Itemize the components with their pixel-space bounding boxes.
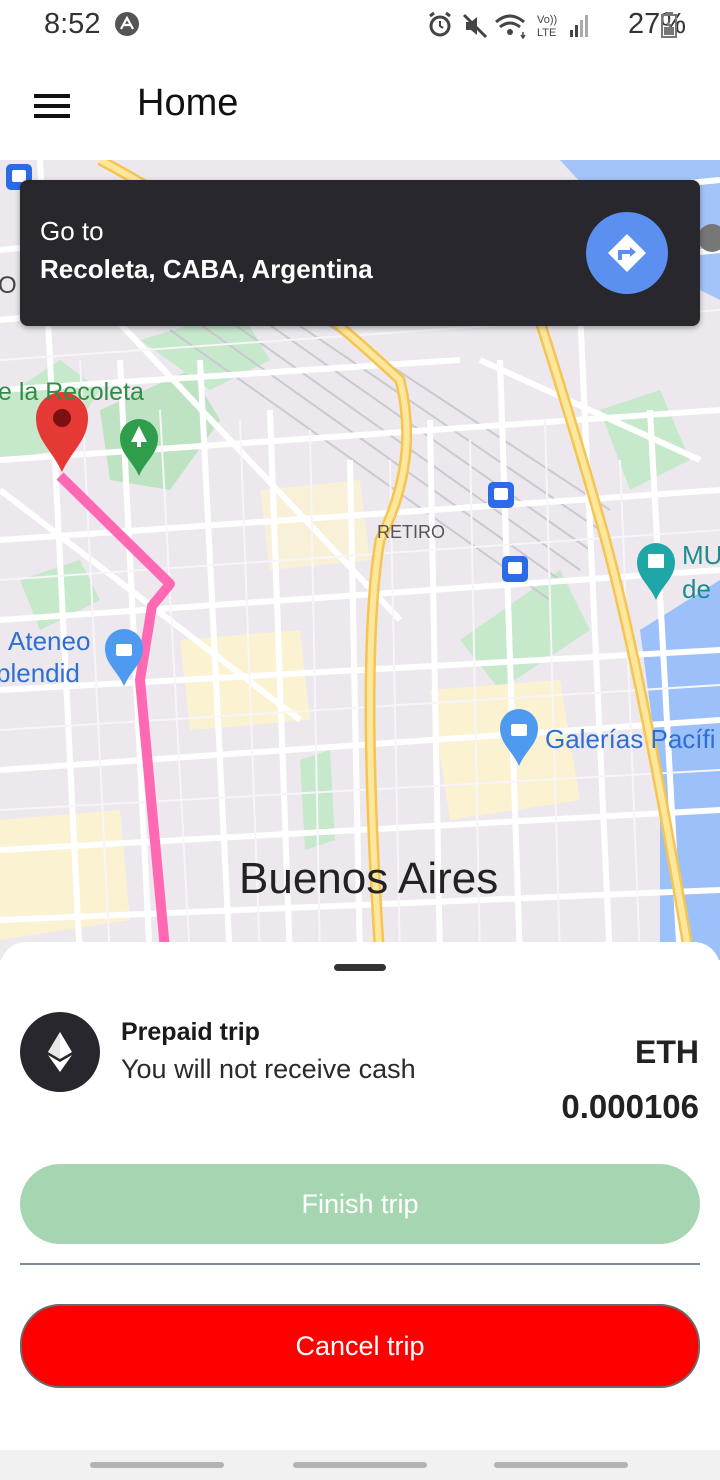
map-label-splendid: plendid [0, 658, 80, 688]
finish-trip-button[interactable]: Finish trip [20, 1164, 700, 1244]
hamburger-menu-icon[interactable] [26, 86, 78, 126]
train-station-icon [488, 482, 514, 508]
mute-icon [462, 13, 488, 39]
map-label-museum-2: de [682, 574, 711, 604]
train-station-icon [502, 556, 528, 582]
drag-handle[interactable] [334, 964, 386, 971]
ethereum-icon [20, 1012, 100, 1092]
signal-icon [570, 15, 588, 37]
trip-subtitle: You will not receive cash [121, 1054, 416, 1084]
trip-currency: ETH [635, 1034, 699, 1070]
museum-pin-icon [637, 543, 675, 600]
volte-icon: Vo)) LTE [537, 14, 557, 39]
cancel-trip-button[interactable]: Cancel trip [20, 1304, 700, 1388]
trip-amount: 0.000106 [561, 1088, 699, 1125]
directions-button[interactable] [586, 212, 668, 294]
system-navigation-bar [0, 1450, 720, 1480]
map-label-galerias: Galerías Pacífi [545, 724, 716, 754]
app-notification-icon [115, 12, 139, 36]
trip-title: Prepaid trip [121, 1018, 260, 1046]
destination-address: Recoleta, CABA, Argentina [40, 254, 373, 284]
alarm-icon [429, 11, 451, 37]
map-label-edge: O [0, 272, 17, 299]
map-label-city: Buenos Aires [239, 854, 499, 903]
map-label-recoleta: e la Recoleta [0, 378, 144, 406]
divider [20, 1263, 700, 1265]
svg-text:Vo)): Vo)) [537, 14, 557, 26]
nav-back-button[interactable] [494, 1462, 628, 1468]
directions-icon [608, 234, 646, 272]
status-bar: 8:52 Vo)) LTE 27% [0, 0, 720, 52]
wifi-icon [495, 14, 526, 40]
nav-recents-button[interactable] [90, 1462, 224, 1468]
trip-bottom-sheet: Prepaid trip You will not receive cash E… [0, 942, 720, 1450]
map-label-museum: MU [682, 540, 720, 570]
destination-prefix: Go to [40, 216, 104, 246]
map-label-retiro: RETIRO [377, 522, 446, 542]
page-title: Home [137, 82, 239, 124]
battery-icon [661, 12, 677, 38]
app-bar: Home [0, 52, 720, 160]
svg-text:LTE: LTE [537, 27, 556, 39]
map-label-ateneo: Ateneo [8, 626, 91, 656]
status-icons: Vo)) LTE [429, 11, 588, 40]
status-time: 8:52 [44, 8, 101, 40]
battery-percentage: 27% [627, 8, 686, 40]
nav-home-button[interactable] [293, 1462, 427, 1468]
destination-card: Go to Recoleta, CABA, Argentina [20, 180, 700, 326]
